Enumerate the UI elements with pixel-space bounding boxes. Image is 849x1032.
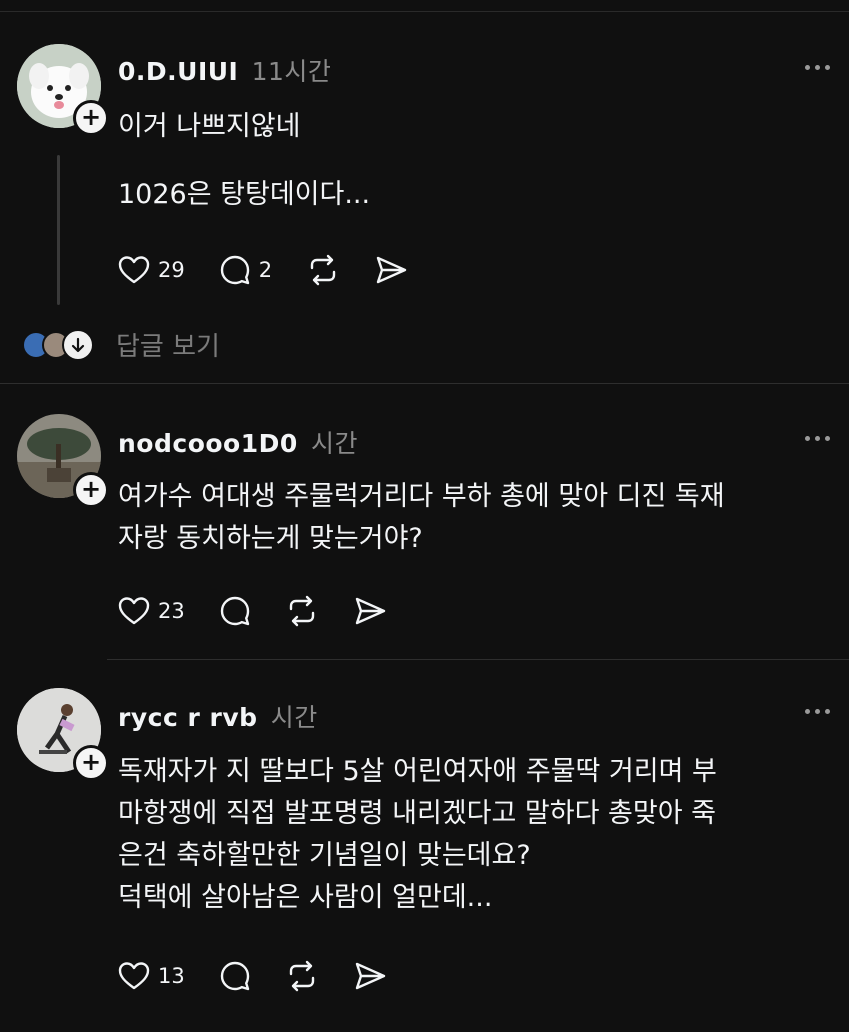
thread-line — [57, 155, 60, 305]
repost-icon — [289, 960, 314, 992]
post-line: 이거 나쁘지않네 — [118, 111, 301, 142]
username[interactable]: rycc r rvb — [118, 703, 258, 732]
share-button[interactable] — [353, 595, 387, 627]
heart-icon — [118, 256, 150, 284]
view-replies-label[interactable]: 답글 보기 — [116, 326, 220, 363]
more-options-icon[interactable] — [805, 434, 831, 442]
like-count: 13 — [158, 964, 185, 988]
post-line: 독재자가 지 딸보다 5살 어린여자애 주물딱 거리며 부 — [118, 756, 717, 787]
repost-icon — [310, 254, 336, 286]
share-button[interactable] — [374, 254, 408, 286]
post-header: 0.D.UIUI 11시간 — [118, 52, 331, 88]
post-header: rycc r rvb 시간 — [118, 698, 318, 734]
repost-button[interactable] — [285, 960, 319, 992]
post-line — [118, 148, 829, 174]
top-divider — [0, 11, 849, 12]
follow-plus-button[interactable]: + — [73, 472, 109, 508]
comment-button[interactable]: 2 — [219, 254, 272, 286]
action-bar: 29 2 — [118, 253, 442, 287]
post-line: 1026은 탕탕데이다... — [118, 179, 371, 210]
timestamp: 시간 — [310, 429, 358, 458]
post-line: 마항쟁에 직접 발포명령 내리겠다고 말하다 총맞아 죽 — [118, 798, 716, 829]
username[interactable]: nodcooo1D0 — [118, 429, 298, 458]
repost-button[interactable] — [285, 595, 319, 627]
comment-icon — [220, 961, 249, 991]
post-body: 독재자가 지 딸보다 5살 어린여자애 주물딱 거리며 부 마항쟁에 직접 발포… — [118, 751, 829, 919]
comment-icon — [220, 596, 249, 626]
follow-plus-button[interactable]: + — [73, 745, 109, 781]
like-button[interactable]: 29 — [118, 255, 185, 285]
like-count: 29 — [158, 258, 185, 282]
repost-icon — [289, 595, 314, 627]
arrow-down-icon — [62, 328, 94, 361]
send-icon — [355, 597, 385, 625]
heart-icon — [118, 962, 150, 990]
post-divider — [0, 383, 849, 384]
comment-icon — [220, 255, 249, 285]
like-button[interactable]: 23 — [118, 596, 185, 626]
comment-button[interactable] — [219, 595, 251, 627]
post-line: 은건 축하할만한 기념일이 맞는데요? — [118, 840, 531, 871]
post-line: 여가수 여대생 주물럭거리다 부하 총에 맞아 디진 독재 — [118, 481, 725, 512]
timestamp: 시간 — [270, 703, 318, 732]
like-button[interactable]: 13 — [118, 961, 185, 991]
post-header: nodcooo1D0 시간 — [118, 424, 358, 460]
send-icon — [355, 962, 385, 990]
follow-plus-button[interactable]: + — [73, 100, 109, 136]
comment-count: 2 — [258, 258, 273, 282]
post-body: 여가수 여대생 주물럭거리다 부하 총에 맞아 디진 독재 자랑 동치하는게 맞… — [118, 476, 829, 560]
more-options-icon[interactable] — [805, 707, 831, 715]
repost-button[interactable] — [306, 254, 340, 286]
post-line: 덕택에 살아남은 사람이 얼만데... — [118, 882, 493, 913]
like-count: 23 — [158, 599, 185, 623]
send-icon — [376, 256, 407, 284]
timestamp: 11시간 — [251, 57, 332, 86]
share-button[interactable] — [353, 960, 387, 992]
comment-button[interactable] — [219, 960, 251, 992]
post-body: 이거 나쁘지않네 1026은 탕탕데이다... — [118, 106, 829, 216]
action-bar: 23 — [118, 594, 421, 628]
post-divider — [107, 659, 849, 660]
post-line: 자랑 동치하는게 맞는거야? — [118, 523, 423, 554]
username[interactable]: 0.D.UIUI — [118, 57, 238, 86]
more-options-icon[interactable] — [805, 63, 831, 71]
heart-icon — [118, 597, 150, 625]
action-bar: 13 — [118, 959, 421, 993]
view-replies-row[interactable]: 답글 보기 — [22, 326, 220, 363]
